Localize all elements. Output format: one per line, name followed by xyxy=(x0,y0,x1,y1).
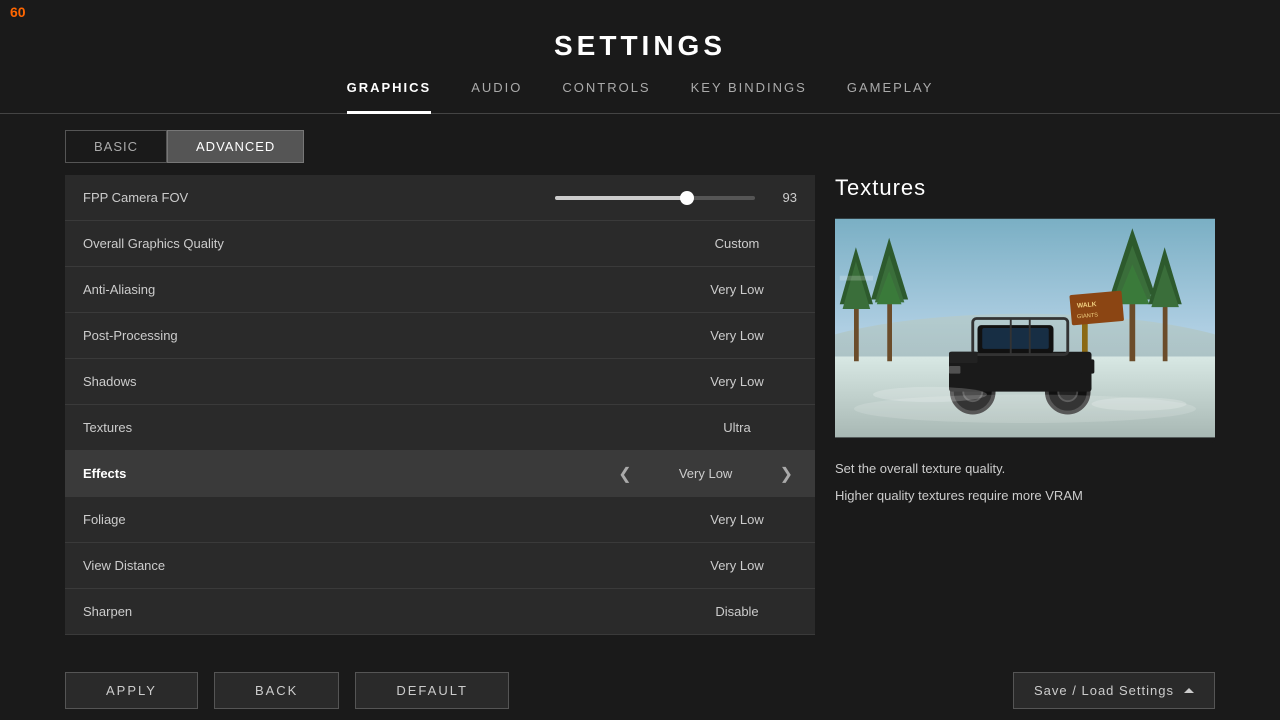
panel-title: Textures xyxy=(835,175,1215,201)
back-button[interactable]: BACK xyxy=(214,672,339,709)
label-effects: Effects xyxy=(83,466,614,481)
sub-tab-basic[interactable]: BASIC xyxy=(65,130,167,163)
row-post-processing: Post-Processing Very Low xyxy=(65,313,815,359)
effects-arrow-right[interactable]: ❯ xyxy=(776,464,797,484)
row-sharpen: Sharpen Disable xyxy=(65,589,815,635)
tab-keybindings[interactable]: KEY BINDINGS xyxy=(691,80,807,103)
row-fpp-camera-fov: FPP Camera FOV 93 xyxy=(65,175,815,221)
right-panel: Textures xyxy=(835,175,1215,635)
content-area: FPP Camera FOV 93 Overall Graphics Quali… xyxy=(65,175,1215,635)
sub-tabs: BASIC ADVANCED xyxy=(65,130,1215,163)
value-view-distance: Very Low xyxy=(677,558,797,573)
sub-tab-advanced[interactable]: ADVANCED xyxy=(167,130,304,163)
value-anti-aliasing: Very Low xyxy=(677,282,797,297)
label-sharpen: Sharpen xyxy=(83,604,677,619)
row-textures: Textures Ultra xyxy=(65,405,815,451)
nav-tabs: GRAPHICS AUDIO CONTROLS KEY BINDINGS GAM… xyxy=(0,80,1280,114)
row-overall-graphics: Overall Graphics Quality Custom xyxy=(65,221,815,267)
label-overall-graphics: Overall Graphics Quality xyxy=(83,236,677,251)
value-post-processing: Very Low xyxy=(677,328,797,343)
default-button[interactable]: DEFAULT xyxy=(355,672,509,709)
slider-thumb-fov[interactable] xyxy=(680,191,694,205)
row-effects: Effects ❮ Very Low ❯ xyxy=(65,451,815,497)
tab-controls[interactable]: CONTROLS xyxy=(562,80,650,103)
tab-graphics[interactable]: GRAPHICS xyxy=(347,80,432,103)
row-foliage: Foliage Very Low xyxy=(65,497,815,543)
value-foliage: Very Low xyxy=(677,512,797,527)
value-effects: Very Low xyxy=(646,466,766,481)
save-load-label: Save / Load Settings xyxy=(1034,683,1174,698)
bottom-bar: APPLY BACK DEFAULT Save / Load Settings xyxy=(0,660,1280,720)
slider-value-fov: 93 xyxy=(767,190,797,205)
scene-svg: WALK GIANTS xyxy=(835,213,1215,443)
slider-fill-fov xyxy=(555,196,687,200)
effects-controls[interactable]: ❮ Very Low ❯ xyxy=(614,464,797,484)
value-textures: Ultra xyxy=(677,420,797,435)
label-fpp-camera-fov: FPP Camera FOV xyxy=(83,190,440,205)
texture-preview: WALK GIANTS xyxy=(835,213,1215,443)
panel-desc-line1: Set the overall texture quality. xyxy=(835,459,1215,480)
panel-desc-line2: Higher quality textures require more VRA… xyxy=(835,486,1215,507)
fps-counter: 60 xyxy=(10,4,26,20)
tab-gameplay[interactable]: GAMEPLAY xyxy=(847,80,934,103)
effects-arrow-left[interactable]: ❮ xyxy=(614,464,635,484)
slider-container-fov[interactable]: 93 xyxy=(440,190,797,205)
settings-title: SETTINGS xyxy=(0,0,1280,62)
row-shadows: Shadows Very Low xyxy=(65,359,815,405)
label-textures: Textures xyxy=(83,420,677,435)
label-shadows: Shadows xyxy=(83,374,677,389)
apply-button[interactable]: APPLY xyxy=(65,672,198,709)
chevron-up-icon xyxy=(1184,688,1194,693)
slider-track-fov[interactable] xyxy=(555,196,755,200)
value-shadows: Very Low xyxy=(677,374,797,389)
label-post-processing: Post-Processing xyxy=(83,328,677,343)
label-foliage: Foliage xyxy=(83,512,677,527)
settings-list[interactable]: FPP Camera FOV 93 Overall Graphics Quali… xyxy=(65,175,815,635)
tab-audio[interactable]: AUDIO xyxy=(471,80,522,103)
label-view-distance: View Distance xyxy=(83,558,677,573)
value-overall-graphics: Custom xyxy=(677,236,797,251)
label-anti-aliasing: Anti-Aliasing xyxy=(83,282,677,297)
panel-desc: Set the overall texture quality. Higher … xyxy=(835,459,1215,507)
save-load-button[interactable]: Save / Load Settings xyxy=(1013,672,1215,709)
row-view-distance: View Distance Very Low xyxy=(65,543,815,589)
row-anti-aliasing: Anti-Aliasing Very Low xyxy=(65,267,815,313)
value-sharpen: Disable xyxy=(677,604,797,619)
